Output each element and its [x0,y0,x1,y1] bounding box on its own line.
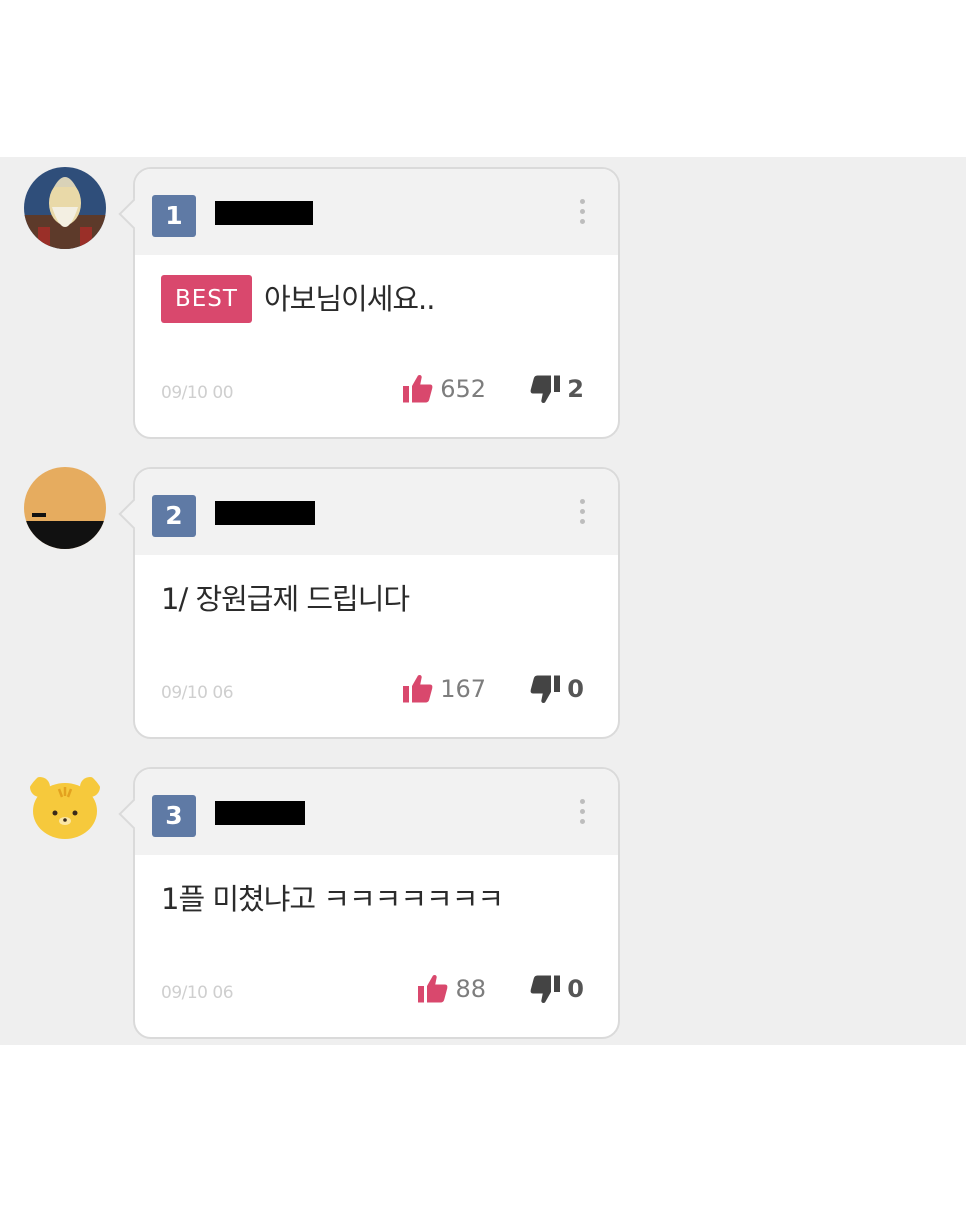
redacted-nickname [215,201,313,225]
thumbs-down-icon [530,975,561,1003]
best-badge: BEST [161,275,252,323]
comment-text: 1/ 장원급제 드립니다 [161,582,410,616]
comment-header: 3 [135,769,618,855]
thumbs-up-icon [403,375,433,403]
rank-badge: 1 [152,195,196,237]
comment-date: 09/10 06 [161,983,234,1003]
rank-badge: 2 [152,495,196,537]
like-count: 88 [455,975,486,1003]
comment-date: 09/10 06 [161,683,234,703]
comment-body: 1플 미쳤냐고 ㅋㅋㅋㅋㅋㅋㅋ [161,875,598,923]
dislike-count: 0 [567,975,584,1003]
comment-header: 2 [135,469,618,555]
comment-card: 2 1/ 장원급제 드립니다 09/10 06 167 0 [133,467,620,739]
thumbs-down-icon [530,675,561,703]
comment-date: 09/10 00 [161,383,234,403]
dislike-button[interactable]: 0 [527,671,584,707]
like-button[interactable]: 652 [400,371,486,407]
old-man-avatar-icon [24,167,106,249]
more-vertical-icon[interactable] [578,799,586,831]
redacted-nickname [215,801,305,825]
comment-list: 1 BEST 아보님이세요.. 09/10 00 652 2 2 1/ 장원급제… [0,157,966,1045]
thumbs-up-icon [403,675,433,703]
yellow-bear-avatar-icon [24,767,106,849]
user-avatar[interactable] [24,167,106,249]
comment-card: 1 BEST 아보님이세요.. 09/10 00 652 2 [133,167,620,439]
more-vertical-icon[interactable] [578,199,586,231]
comment-body: BEST 아보님이세요.. [161,275,598,323]
more-vertical-icon[interactable] [578,499,586,531]
like-button[interactable]: 167 [400,671,486,707]
thumbs-up-icon [418,975,448,1003]
landscape-avatar-icon [24,467,106,549]
rank-badge: 3 [152,795,196,837]
redacted-nickname [215,501,315,525]
dislike-count: 2 [567,375,584,403]
comment-text: 아보님이세요.. [263,282,436,316]
like-count: 167 [440,675,486,703]
user-avatar[interactable] [24,767,106,849]
like-button[interactable]: 88 [415,971,486,1007]
dislike-count: 0 [567,675,584,703]
dislike-button[interactable]: 2 [527,371,584,407]
dislike-button[interactable]: 0 [527,971,584,1007]
like-count: 652 [440,375,486,403]
comment-header: 1 [135,169,618,255]
comment-card: 3 1플 미쳤냐고 ㅋㅋㅋㅋㅋㅋㅋ 09/10 06 88 0 [133,767,620,1039]
comment-body: 1/ 장원급제 드립니다 [161,575,598,623]
user-avatar[interactable] [24,467,106,549]
thumbs-down-icon [530,375,561,403]
comment-text: 1플 미쳤냐고 ㅋㅋㅋㅋㅋㅋㅋ [161,882,504,916]
